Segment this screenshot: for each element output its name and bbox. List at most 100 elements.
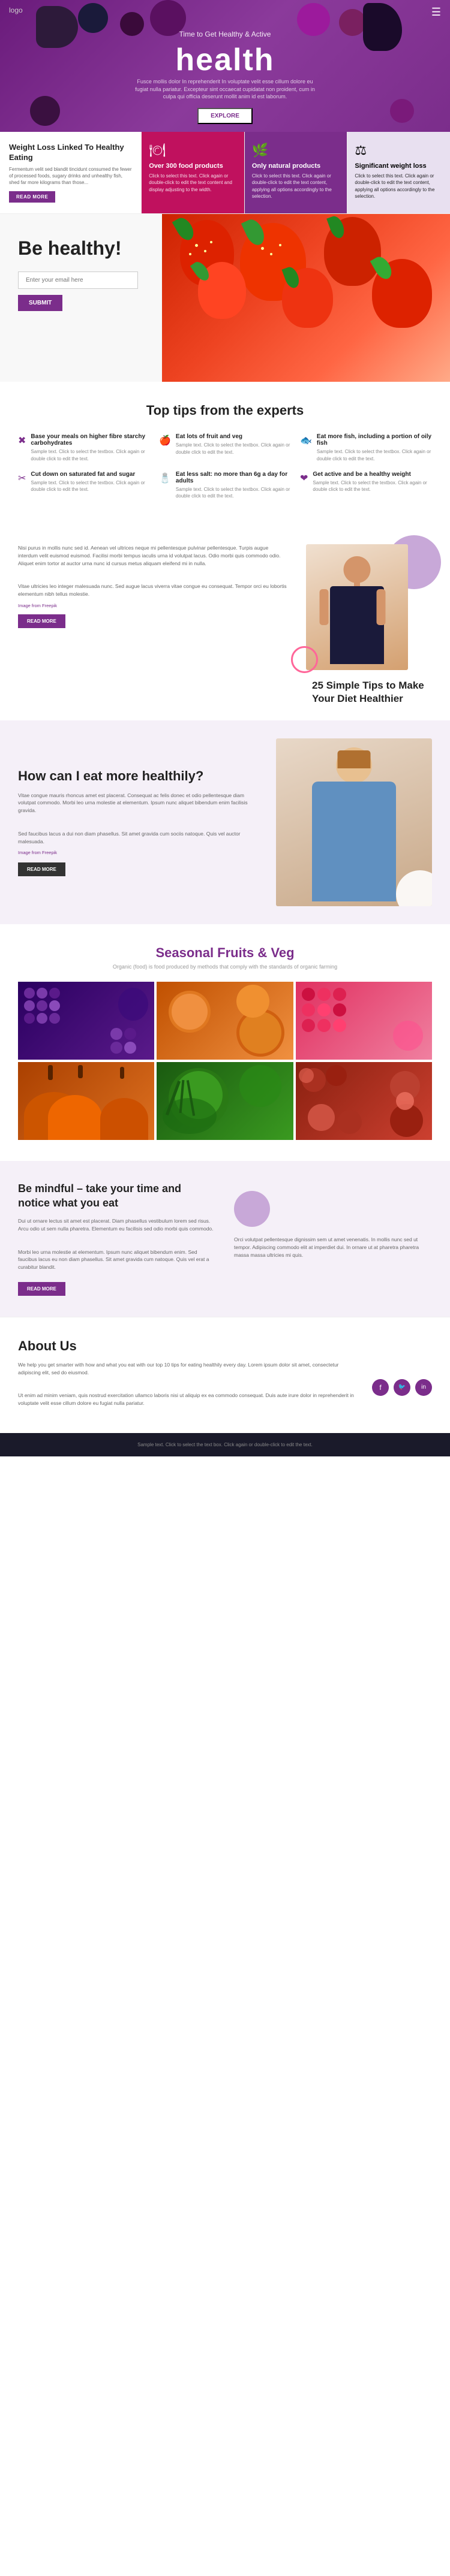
about-content: We help you get smarter with how and wha… [18,1361,432,1412]
article-text: Nisi purus in mollis nunc sed id. Aenean… [18,544,300,628]
article-headline-text: 25 Simple Tips to Make Your Diet Healthi… [312,679,432,705]
strawberry-image [162,214,450,382]
about-section: About Us We help you get smarter with ho… [0,1317,450,1433]
tip-item-4: ✂ Cut down on saturated fat and sugar Sa… [18,471,150,499]
submit-button[interactable]: SUBMIT [18,295,62,311]
healthy-title: Be healthy! [18,238,156,259]
mindful-read-more-button[interactable]: READ MORE [18,1282,65,1296]
tip-5-title: Eat less salt: no more than 6g a day for… [176,471,291,484]
feature-main: Weight Loss Linked To Healthy Eating Fer… [0,132,142,213]
tip-item-2: 🍎 Eat lots of fruit and veg Sample text.… [159,433,291,461]
tip-4-title: Cut down on saturated fat and sugar [31,471,150,478]
feature-1-title: Over 300 food products [149,162,237,170]
mindful-paragraph-1: Dui ut ornare lectus sit amet est placer… [18,1217,216,1233]
fruit-item-grapes [18,982,154,1060]
grape-cluster-2 [110,1028,136,1054]
fruits-grid [18,982,432,1140]
tip-item-3: 🐟 Eat more fish, including a portion of … [300,433,432,461]
tip-1-text: Sample text. Click to select the textbox… [31,448,150,461]
seasonal-subtitle: Organic (food) is food produced by metho… [18,964,432,970]
eat-person-image [276,738,432,906]
feature-item-3: ⚖ Significant weight loss Click to selec… [347,132,450,213]
mindful-circle-decoration [234,1191,270,1227]
article-image-credit: Image from Freepik [18,603,288,608]
tip-item-5: 🧂 Eat less salt: no more than 6g a day f… [159,471,291,499]
tip-6-text: Sample text. Click to select the textbox… [313,479,432,493]
eat-read-more-button[interactable]: READ MORE [18,862,65,876]
article-paragraph-2: Vitae ultricies leo integer malesuada nu… [18,583,288,598]
feature-2-icon: 🌿 [252,143,340,158]
feature-1-icon: 🍽 [149,143,237,158]
tip-1-title: Base your meals on higher fibre starchy … [31,433,150,447]
tip-2-icon: 🍎 [159,435,171,447]
seasonal-section: Seasonal Fruits & Veg Organic (food) is … [0,924,450,1161]
tip-6-icon: ❤ [300,472,308,484]
feature-2-title: Only natural products [252,162,340,170]
mindful-section: Be mindful – take your time and notice w… [0,1161,450,1317]
explore-button[interactable]: EXPLORE [197,108,253,124]
tip-6-title: Get active and be a healthy weight [313,471,432,478]
footer-text: Sample text. Click to select the text bo… [18,1442,432,1447]
feature-3-text: Click to select this text. Click again o… [355,173,443,200]
footer: Sample text. Click to select the text bo… [0,1433,450,1456]
healthy-content: Be healthy! SUBMIT [0,214,156,310]
feature-3-icon: ⚖ [355,143,443,158]
feature-3-title: Significant weight loss [355,162,443,170]
mindful-left: Be mindful – take your time and notice w… [18,1182,216,1296]
features-strip: Weight Loss Linked To Healthy Eating Fer… [0,132,450,214]
tip-5-icon: 🧂 [159,472,171,484]
features-read-more-button[interactable]: READ MORE [9,191,55,203]
fruit-item-lettuce [157,1062,293,1140]
eat-title: How can I eat more healthily? [18,768,261,784]
strawberry-dots [162,214,450,382]
tip-4-icon: ✂ [18,472,26,484]
fruit-item-mixed-veg [296,1062,432,1140]
tip-item-1: ✖ Base your meals on higher fibre starch… [18,433,150,461]
tip-item-6: ❤ Get active and be a healthy weight Sam… [300,471,432,499]
circle-pink-decoration [291,646,318,673]
mindful-right: Orci volutpat pellentesque dignissim sem… [234,1182,432,1296]
about-paragraph-2: Ut enim ad minim veniam, quis nostrud ex… [18,1392,357,1407]
header-section: logo ☰ Time to Get Healthy & Active heal… [0,0,450,132]
feature-1-text: Click to select this text. Click again o… [149,173,237,193]
article-person-image [306,544,408,670]
strawberry-section: Be healthy! SUBMIT [0,214,450,382]
facebook-icon[interactable]: f [372,1379,389,1396]
header-subtitle: Time to Get Healthy & Active [0,30,450,38]
mindful-right-text: Orci volutpat pellentesque dignissim sem… [234,1236,432,1259]
fruit-item-peaches [157,982,293,1060]
fruit-item-pumpkins [18,1062,154,1140]
tip-3-title: Eat more fish, including a portion of oi… [317,433,432,447]
article-visual: 25 Simple Tips to Make Your Diet Healthi… [300,544,432,705]
about-title: About Us [18,1338,432,1354]
header-title: health [0,42,450,78]
tips-grid-row2: ✂ Cut down on saturated fat and sugar Sa… [18,471,432,499]
tip-5-text: Sample text. Click to select the textbox… [176,486,291,499]
grape-cluster [24,988,60,1024]
tip-2-text: Sample text. Click to select the textbox… [176,442,291,455]
article-read-more-button[interactable]: READ MORE [18,614,65,628]
tips-title: Top tips from the experts [18,403,432,418]
feature-item-2: 🌿 Only natural products Click to select … [245,132,348,213]
header-content: Time to Get Healthy & Active health Fusc… [0,0,450,124]
feature-2-text: Click to select this text. Click again o… [252,173,340,200]
eat-image-credit: Image from Freepik [18,850,261,855]
fruit-item-berries [296,982,432,1060]
tips-section: Top tips from the experts ✖ Base your me… [0,382,450,529]
tip-2-title: Eat lots of fruit and veg [176,433,291,440]
about-text: We help you get smarter with how and wha… [18,1361,357,1412]
article-paragraph-1: Nisi purus in mollis nunc sed id. Aenean… [18,544,288,567]
twitter-icon[interactable]: 🐦 [394,1379,410,1396]
linkedin-icon[interactable]: in [415,1379,432,1396]
tip-3-icon: 🐟 [300,435,312,447]
email-input[interactable] [18,272,138,289]
tip-4-text: Sample text. Click to select the textbox… [31,479,150,493]
feature-main-title: Weight Loss Linked To Healthy Eating [9,143,132,163]
eat-paragraph-2: Sed faucibus lacus a dui non diam phasel… [18,830,261,846]
eat-section: How can I eat more healthily? Vitae cong… [0,720,450,924]
tip-3-text: Sample text. Click to select the textbox… [317,448,432,461]
mindful-title: Be mindful – take your time and notice w… [18,1182,216,1210]
eat-paragraph-1: Vitae congue mauris rhoncus amet est pla… [18,792,261,815]
eat-text: How can I eat more healthily? Vitae cong… [18,768,261,876]
article-section: Nisi purus in mollis nunc sed id. Aenean… [0,529,450,720]
